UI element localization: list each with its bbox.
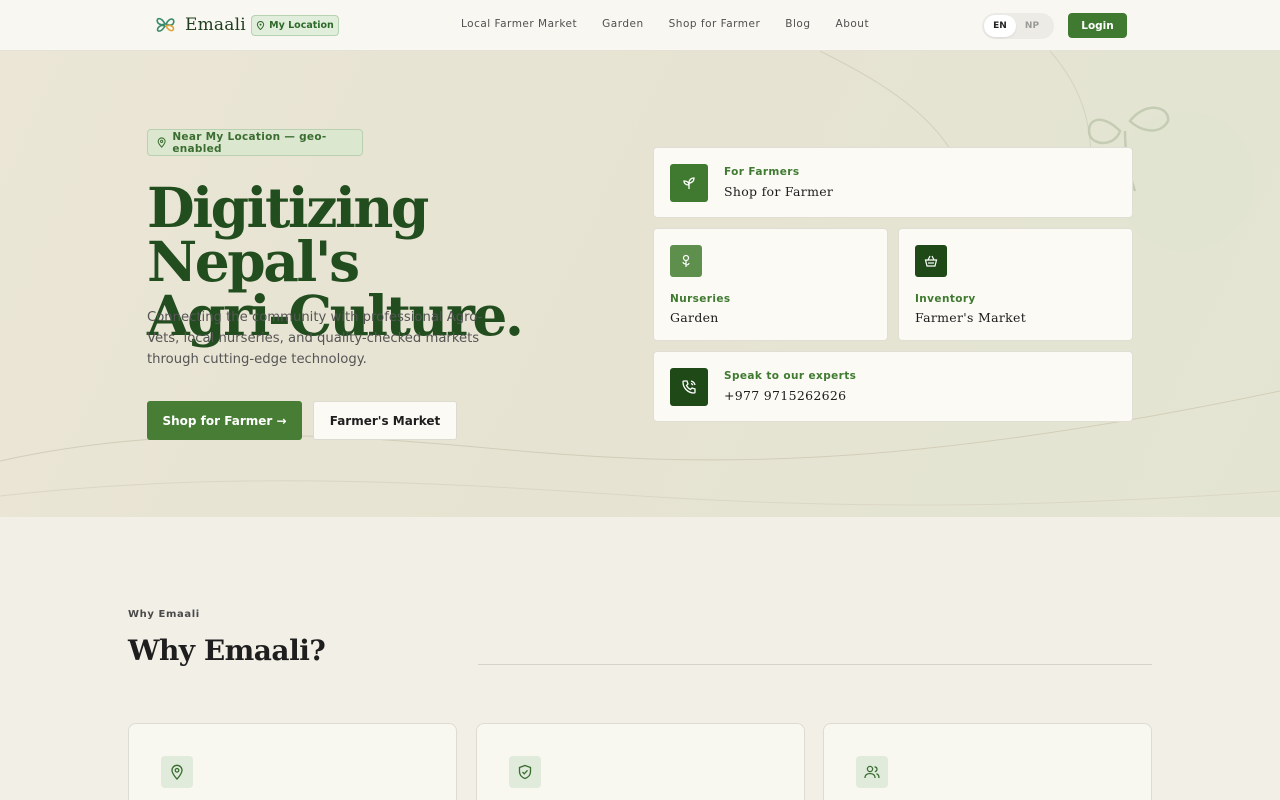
hero-title-line-1: Digitizing Nepal's [147,175,429,294]
shop-for-farmer-button[interactable]: Shop for Farmer → [147,401,302,440]
login-button[interactable]: Login [1068,13,1127,38]
hero-section: Near My Location — geo-enabled Digitizin… [0,51,1280,517]
card-kicker: Speak to our experts [724,370,857,382]
brand-logo[interactable]: Emaali [152,12,246,38]
farmers-market-button[interactable]: Farmer's Market [313,401,457,440]
nav-link-about[interactable]: About [836,18,870,30]
nav-link-garden[interactable]: Garden [602,18,643,30]
my-location-button[interactable]: My Location [251,15,339,36]
top-nav: Emaali My Location Local Farmer Market G… [0,0,1280,51]
geo-enabled-badge: Near My Location — geo-enabled [147,129,363,156]
sprout-icon [670,164,708,202]
brand-name: Emaali [185,15,246,35]
card-garden[interactable]: Nurseries Garden [653,228,888,341]
language-np-button[interactable]: NP [1016,15,1048,37]
card-kicker: Inventory [915,293,976,305]
map-pin-icon [257,21,265,30]
clover-logo-icon [156,17,175,32]
language-en-button[interactable]: EN [984,15,1016,37]
phone-icon [670,368,708,406]
basket-icon [915,245,947,277]
flower-icon [670,245,702,277]
why-section-kicker: Why Emaali [128,609,200,620]
map-pin-icon [157,137,166,148]
phone-number[interactable]: +977 9715262626 [724,388,846,403]
card-shop-for-farmer[interactable]: For Farmers Shop for Farmer [653,147,1133,218]
language-toggle: EN NP [982,13,1054,39]
main-nav: Local Farmer Market Garden Shop for Farm… [461,18,894,30]
card-speak-to-experts[interactable]: Speak to our experts +977 9715262626 [653,351,1133,422]
nav-link-blog[interactable]: Blog [785,18,810,30]
card-title: Farmer's Market [915,310,1027,325]
card-title: Garden [670,310,719,325]
my-location-label: My Location [269,20,334,31]
shield-check-icon [509,756,541,788]
geo-badge-label: Near My Location — geo-enabled [172,130,327,155]
card-title: Shop for Farmer [724,184,834,199]
nav-link-local-farmer-market[interactable]: Local Farmer Market [461,18,577,30]
card-kicker: Nurseries [670,293,731,305]
map-pin-icon [161,756,193,788]
section-divider [478,664,1152,665]
feature-card-community [823,723,1152,800]
card-farmers-market[interactable]: Inventory Farmer's Market [898,228,1133,341]
nav-link-shop-for-farmer[interactable]: Shop for Farmer [669,18,761,30]
feature-card-quality [476,723,805,800]
feature-card-location [128,723,457,800]
why-section-title: Why Emaali? [128,634,326,667]
hero-subtitle: Connecting the community with profession… [147,310,483,367]
users-icon [856,756,888,788]
card-kicker: For Farmers [724,166,800,178]
